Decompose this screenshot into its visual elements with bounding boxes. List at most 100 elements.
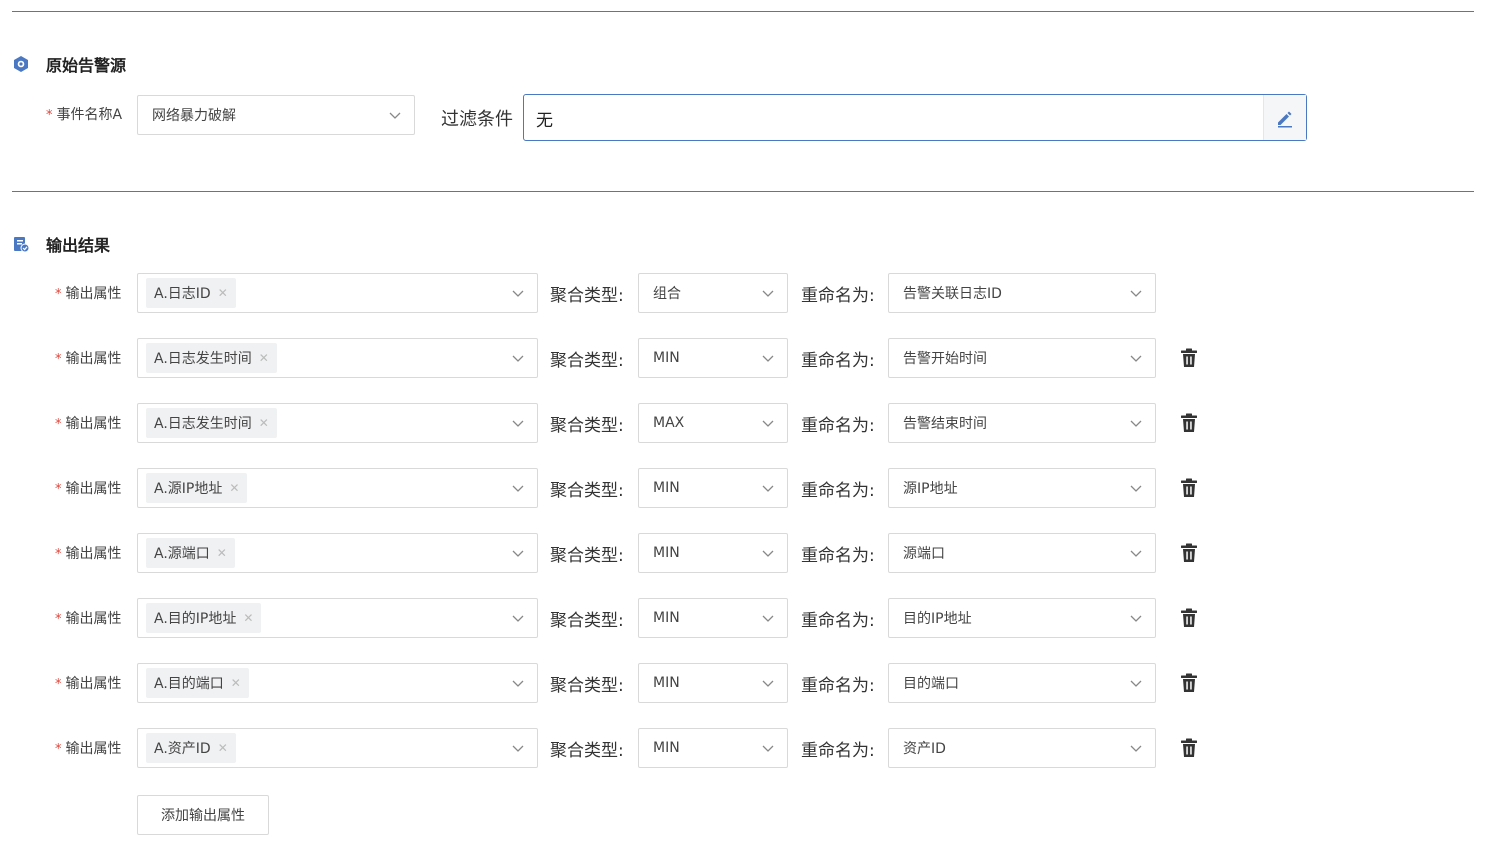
rename-select[interactable]: 目的端口	[888, 663, 1156, 703]
output-row: * 输出属性 A.资产ID ✕ 聚合类型: MIN 重命名为: 资产ID	[0, 728, 1489, 768]
rename-select[interactable]: 告警关联日志ID	[888, 273, 1156, 313]
trash-icon[interactable]	[1180, 673, 1198, 693]
output-attr-label: * 输出属性	[55, 741, 122, 757]
tag-close-icon[interactable]: ✕	[217, 546, 227, 560]
output-attr-label: * 输出属性	[55, 481, 122, 497]
tag-close-icon[interactable]: ✕	[243, 611, 253, 625]
pencil-icon	[1278, 111, 1292, 127]
output-attr-select[interactable]: A.日志发生时间 ✕	[137, 403, 538, 443]
chevron-down-icon	[762, 615, 774, 622]
chevron-down-icon	[1130, 615, 1142, 622]
agg-type-select[interactable]: MIN	[638, 663, 788, 703]
output-attr-select[interactable]: A.源端口 ✕	[137, 533, 538, 573]
rename-select[interactable]: 源端口	[888, 533, 1156, 573]
edit-filter-button[interactable]	[1263, 95, 1306, 140]
attr-tag: A.日志发生时间 ✕	[146, 343, 277, 373]
agg-type-label: 聚合类型:	[550, 286, 624, 306]
trash-icon[interactable]	[1180, 608, 1198, 628]
attr-tag: A.日志ID ✕	[146, 278, 236, 308]
output-attr-select[interactable]: A.目的端口 ✕	[137, 663, 538, 703]
chevron-down-icon	[1130, 680, 1142, 687]
chevron-down-icon	[389, 112, 401, 119]
top-divider	[12, 11, 1474, 12]
trash-icon[interactable]	[1180, 478, 1198, 498]
filter-input[interactable]: 无	[523, 94, 1307, 141]
event-name-value: 网络暴力破解	[152, 108, 236, 124]
chevron-down-icon	[762, 355, 774, 362]
output-attr-select[interactable]: A.目的IP地址 ✕	[137, 598, 538, 638]
filter-value: 无	[536, 111, 553, 131]
output-attr-select[interactable]: A.资产ID ✕	[137, 728, 538, 768]
chevron-down-icon	[762, 485, 774, 492]
rename-value: 目的IP地址	[903, 611, 972, 627]
rename-value: 告警结束时间	[903, 416, 987, 432]
rename-label: 重命名为:	[801, 676, 875, 696]
trash-icon[interactable]	[1180, 348, 1198, 368]
rename-label: 重命名为:	[801, 741, 875, 761]
chevron-down-icon	[512, 680, 524, 687]
rename-select[interactable]: 目的IP地址	[888, 598, 1156, 638]
chevron-down-icon	[1130, 745, 1142, 752]
source-section-title: 原始告警源	[46, 56, 127, 75]
trash-icon[interactable]	[1180, 413, 1198, 433]
attr-tag: A.源IP地址 ✕	[146, 473, 248, 503]
agg-type-label: 聚合类型:	[550, 416, 624, 436]
output-attr-label: * 输出属性	[55, 676, 122, 692]
chevron-down-icon	[762, 680, 774, 687]
middle-divider	[12, 191, 1474, 192]
agg-type-select[interactable]: MAX	[638, 403, 788, 443]
chevron-down-icon	[512, 550, 524, 557]
output-attr-label: * 输出属性	[55, 546, 122, 562]
chevron-down-icon	[1130, 420, 1142, 427]
output-attr-select[interactable]: A.日志发生时间 ✕	[137, 338, 538, 378]
tag-close-icon[interactable]: ✕	[231, 676, 241, 690]
rename-value: 源端口	[903, 546, 945, 562]
output-row: * 输出属性 A.源端口 ✕ 聚合类型: MIN 重命名为: 源端口	[0, 533, 1489, 573]
agg-type-select[interactable]: MIN	[638, 468, 788, 508]
agg-type-select[interactable]: MIN	[638, 533, 788, 573]
rename-select[interactable]: 源IP地址	[888, 468, 1156, 508]
agg-type-value: MIN	[653, 675, 680, 691]
output-row: * 输出属性 A.目的IP地址 ✕ 聚合类型: MIN 重命名为: 目的IP地址	[0, 598, 1489, 638]
output-attr-select[interactable]: A.源IP地址 ✕	[137, 468, 538, 508]
tag-close-icon[interactable]: ✕	[218, 286, 228, 300]
trash-icon[interactable]	[1180, 738, 1198, 758]
agg-type-value: MIN	[653, 480, 680, 496]
agg-type-label: 聚合类型:	[550, 611, 624, 631]
chevron-down-icon	[762, 550, 774, 557]
rename-select[interactable]: 告警开始时间	[888, 338, 1156, 378]
agg-type-value: MIN	[653, 740, 680, 756]
add-output-attribute-button[interactable]: 添加输出属性	[137, 795, 269, 835]
chevron-down-icon	[512, 355, 524, 362]
source-section-header: 原始告警源	[12, 52, 126, 76]
agg-type-value: 组合	[653, 286, 681, 302]
agg-type-label: 聚合类型:	[550, 741, 624, 761]
tag-close-icon[interactable]: ✕	[259, 351, 269, 365]
tag-close-icon[interactable]: ✕	[259, 416, 269, 430]
output-row: * 输出属性 A.日志发生时间 ✕ 聚合类型: MIN 重命名为: 告警开始时间	[0, 338, 1489, 378]
output-row: * 输出属性 A.日志ID ✕ 聚合类型: 组合 重命名为: 告警关联日志ID	[0, 273, 1489, 313]
trash-icon[interactable]	[1180, 543, 1198, 563]
output-row: * 输出属性 A.源IP地址 ✕ 聚合类型: MIN 重命名为: 源IP地址	[0, 468, 1489, 508]
agg-type-select[interactable]: 组合	[638, 273, 788, 313]
output-attr-select[interactable]: A.日志ID ✕	[137, 273, 538, 313]
tag-close-icon[interactable]: ✕	[229, 481, 239, 495]
rename-value: 目的端口	[903, 676, 959, 692]
agg-type-select[interactable]: MIN	[638, 728, 788, 768]
chevron-down-icon	[1130, 355, 1142, 362]
agg-type-select[interactable]: MIN	[638, 598, 788, 638]
rename-select[interactable]: 资产ID	[888, 728, 1156, 768]
event-name-label: * 事件名称A	[46, 107, 123, 123]
rename-label: 重命名为:	[801, 351, 875, 371]
tag-close-icon[interactable]: ✕	[218, 741, 228, 755]
rename-select[interactable]: 告警结束时间	[888, 403, 1156, 443]
chevron-down-icon	[512, 420, 524, 427]
chevron-down-icon	[762, 745, 774, 752]
event-name-select[interactable]: 网络暴力破解	[137, 95, 415, 135]
agg-type-label: 聚合类型:	[550, 676, 624, 696]
agg-type-value: MIN	[653, 610, 680, 626]
output-row: * 输出属性 A.目的端口 ✕ 聚合类型: MIN 重命名为: 目的端口	[0, 663, 1489, 703]
output-attr-label: * 输出属性	[55, 611, 122, 627]
agg-type-label: 聚合类型:	[550, 481, 624, 501]
agg-type-select[interactable]: MIN	[638, 338, 788, 378]
